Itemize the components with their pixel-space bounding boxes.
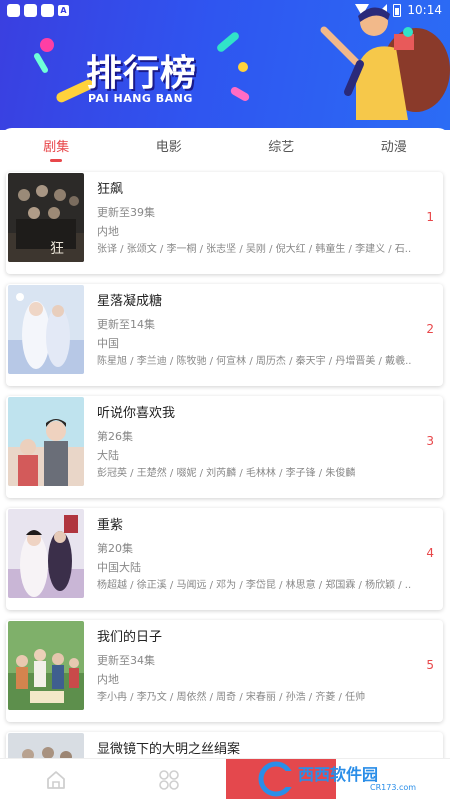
poster-image: 狂 [8,173,84,262]
rank-number: 4 [426,546,434,560]
notification-icon [41,4,54,17]
poster-white-fantasy [8,285,84,374]
tab-variety[interactable]: 综艺 [225,128,338,162]
item-meta: 显微镜下的大明之丝绢案 [97,740,411,760]
item-cast: 杨超越 / 徐正溪 / 马闻远 / 邓为 / 李岱昆 / 林思意 / 郑国霖 /… [97,580,411,591]
list-item[interactable]: 星落凝成糖 更新至14集 中国 陈星旭 / 李兰迪 / 陈牧驰 / 何宣林 / … [6,284,443,386]
poster-image [8,285,84,374]
ranking-banner: A 10:14 排行榜 PAI HANG BANG [0,0,450,130]
item-region: 大陆 [97,449,119,462]
banner-title: 排行榜 [86,53,198,94]
grid-icon[interactable] [158,769,180,791]
item-meta: 重紫 第20集 中国大陆 杨超越 / 徐正溪 / 马闻远 / 邓为 / 李岱昆 … [97,516,411,593]
poster-light-romance [8,397,84,486]
svg-text:狂: 狂 [50,241,64,257]
watermark-logo [258,761,296,797]
item-title: 听说你喜欢我 [97,406,176,421]
list-item[interactable]: 重紫 第20集 中国大陆 杨超越 / 徐正溪 / 马闻远 / 邓为 / 李岱昆 … [6,508,443,610]
poster-family-green [8,621,84,710]
poster-image [8,509,84,598]
person-with-bag-illustration [320,7,450,120]
tab-series[interactable]: 剧集 [0,128,113,162]
item-title: 狂飙 [97,182,124,197]
watermark-text: 西西软件园 [298,765,379,784]
poster-costume-fantasy [8,509,84,598]
poster-image [8,621,84,710]
list-item[interactable]: 听说你喜欢我 第26集 大陆 彭冠英 / 王楚然 / 啜妮 / 刘芮麟 / 毛林… [6,396,443,498]
confetti-decoration [238,62,248,72]
item-cast: 张译 / 张颂文 / 李一桐 / 张志坚 / 吴刚 / 倪大红 / 韩童生 / … [97,244,411,255]
item-meta: 听说你喜欢我 第26集 大陆 彭冠英 / 王楚然 / 啜妮 / 刘芮麟 / 毛林… [97,404,411,481]
rank-number: 1 [426,210,434,224]
home-icon[interactable] [45,769,67,791]
item-meta: 狂飙 更新至39集 内地 张译 / 张颂文 / 李一桐 / 张志坚 / 吴刚 /… [97,180,411,257]
item-title: 我们的日子 [97,630,163,645]
item-region: 内地 [97,673,119,686]
site-watermark: 西西软件园 CR173.com [258,759,450,799]
notification-icons: A [7,4,69,17]
banner-subtitle: PAI HANG BANG [88,92,193,105]
rank-number: 3 [426,434,434,448]
item-meta: 我们的日子 更新至34集 内地 李小冉 / 李乃文 / 周依然 / 周奇 / 宋… [97,628,411,705]
confetti-decoration [229,85,251,103]
list-item[interactable]: 狂 狂飙 更新至39集 内地 张译 / 张颂文 / 李一桐 / 张志坚 / 吴刚… [6,172,443,274]
confetti-decoration [40,38,54,52]
poster-dark-drama: 狂 [8,173,84,262]
bottom-navigation: 西西软件园 CR173.com [0,758,450,799]
list-item[interactable]: 我们的日子 更新至34集 内地 李小冉 / 李乃文 / 周依然 / 周奇 / 宋… [6,620,443,722]
rank-number: 2 [426,322,434,336]
tab-anime[interactable]: 动漫 [338,128,450,162]
rank-number: 5 [426,658,434,672]
item-update: 第20集 [97,542,133,555]
notification-badge: A [58,5,69,16]
item-update: 更新至14集 [97,318,155,331]
notification-icon [24,4,37,17]
item-update: 更新至34集 [97,654,155,667]
notification-icon [7,4,20,17]
category-tabs: 剧集 电影 综艺 动漫 [0,128,450,162]
item-region: 内地 [97,225,119,238]
poster-image [8,397,84,486]
item-region: 中国 [97,337,119,350]
item-cast: 陈星旭 / 李兰迪 / 陈牧驰 / 何宣林 / 周历杰 / 秦天宇 / 丹增晋美… [97,356,411,367]
item-cast: 李小冉 / 李乃文 / 周依然 / 周奇 / 宋春丽 / 孙浩 / 齐菱 / 任… [97,692,366,703]
item-region: 中国大陆 [97,561,141,574]
item-title: 星落凝成糖 [97,294,163,309]
item-update: 第26集 [97,430,133,443]
item-title: 显微镜下的大明之丝绢案 [97,742,241,757]
item-update: 更新至39集 [97,206,155,219]
tab-movies[interactable]: 电影 [113,128,226,162]
watermark-url: CR173.com [370,783,417,792]
item-cast: 彭冠英 / 王楚然 / 啜妮 / 刘芮麟 / 毛林林 / 李子锋 / 朱俊麟 [97,468,356,479]
item-title: 重紫 [97,518,124,533]
confetti-decoration [32,51,50,75]
item-meta: 星落凝成糖 更新至14集 中国 陈星旭 / 李兰迪 / 陈牧驰 / 何宣林 / … [97,292,411,369]
